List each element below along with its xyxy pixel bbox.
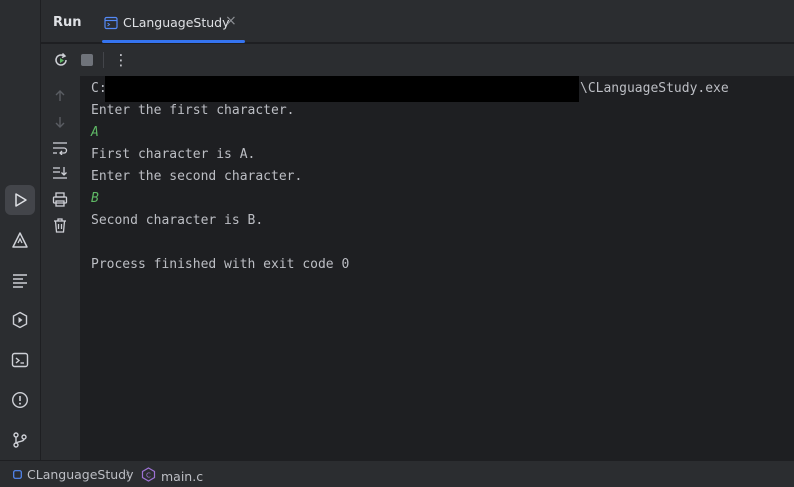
close-icon[interactable]: × [225,13,237,29]
console-line: Enter the first character. [91,103,295,118]
console-gutter [41,76,80,460]
exit-code-line: Process finished with exit code 0 [91,257,350,272]
console-input-line: A [91,125,99,140]
console-line: First character is A. [91,147,256,162]
run-icon[interactable] [5,185,35,215]
c-file-icon: C [141,467,156,485]
services-icon[interactable] [5,305,35,335]
project-name: CLanguageStudy [27,467,134,482]
problems-icon[interactable] [5,385,35,415]
structure-icon[interactable] [5,265,35,295]
print-icon[interactable] [51,190,69,208]
console-line: Second character is B. [91,213,264,228]
module-icon [13,467,22,482]
up-arrow-icon[interactable] [51,87,69,105]
chevron-right-icon: › [125,465,131,481]
breadcrumb-project[interactable]: CLanguageStudy [13,467,134,482]
tool-window-strip [0,0,41,460]
breadcrumb-file[interactable]: C main.c [141,467,203,485]
active-tab-indicator [102,40,245,43]
svg-text:C: C [146,471,151,479]
console-input-line: B [91,191,99,206]
toolbar-separator [103,52,104,68]
console-line: Enter the second character. [91,169,303,184]
build-icon[interactable] [5,225,35,255]
down-arrow-icon[interactable] [51,113,69,131]
console-output[interactable]: C: \CLanguageStudy.exe Enter the first c… [80,76,794,460]
run-toolbar: ⋮ [41,44,794,76]
run-panel-title: Run [53,15,82,30]
file-name: main.c [161,468,204,484]
executable-path-suffix: \CLanguageStudy.exe [580,81,729,96]
stop-icon[interactable] [77,50,97,70]
redacted-path [105,76,579,102]
rerun-icon[interactable] [51,50,71,70]
tab-label: CLanguageStudy [123,15,230,30]
more-icon[interactable]: ⋮ [111,50,131,70]
terminal-icon[interactable] [5,345,35,375]
scroll-to-end-icon[interactable] [51,164,69,182]
console-icon [104,15,118,34]
soft-wrap-icon[interactable] [51,139,69,157]
git-icon[interactable] [5,425,35,455]
trash-icon[interactable] [51,216,69,234]
status-bar: CLanguageStudy › C main.c [0,460,794,487]
run-panel-header: Run CLanguageStudy × [41,0,794,43]
tab-clanguagestudy[interactable]: CLanguageStudy × [102,0,245,43]
